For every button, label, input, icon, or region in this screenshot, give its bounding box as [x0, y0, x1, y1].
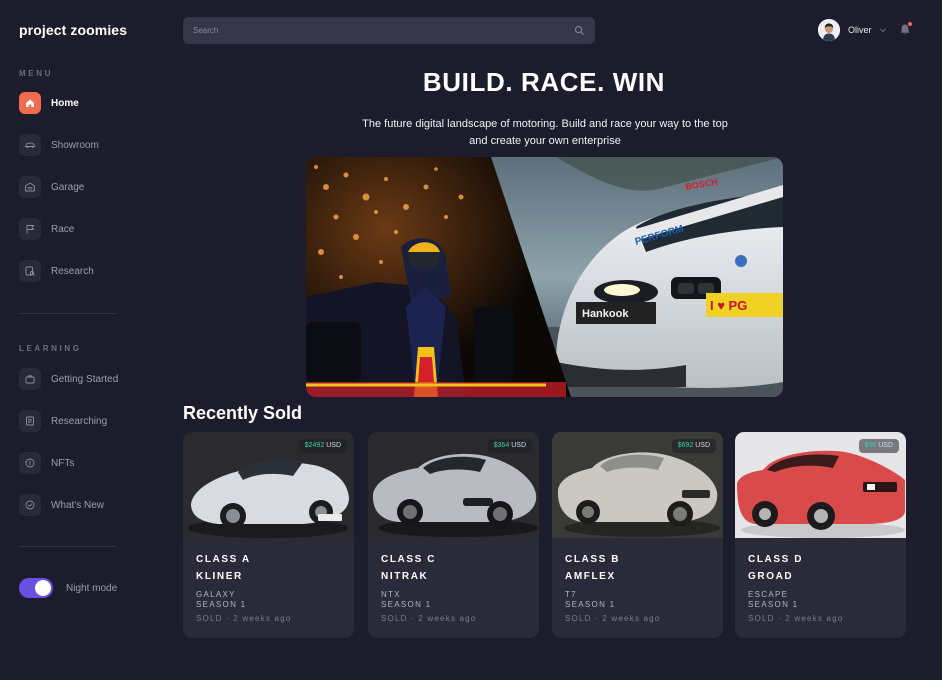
- car-model: T7: [565, 590, 577, 599]
- brand-logo[interactable]: project zoomies: [19, 22, 127, 38]
- sold-status: SOLD · 2 weeks ago: [196, 614, 292, 623]
- sidebar-item-getting-started[interactable]: Getting Started: [19, 368, 149, 390]
- sold-status: SOLD · 2 weeks ago: [748, 614, 844, 623]
- sidebar-item-label: Getting Started: [51, 373, 119, 385]
- avatar: [818, 19, 840, 41]
- hero-image: BOSCH PERFORM I ♥ PG Hankook: [306, 157, 783, 397]
- sold-card[interactable]: $364 USD CLASS C NITRAK NTX SEASON 1 SOLD…: [368, 432, 539, 638]
- night-mode-toggle[interactable]: [19, 578, 53, 598]
- briefcase-icon: [19, 368, 41, 390]
- car-class: CLASS D: [748, 554, 804, 565]
- research-icon: [19, 260, 41, 282]
- price-badge: $692 USD: [671, 439, 716, 453]
- sidebar-item-label: NFTs: [51, 457, 75, 469]
- price-badge: $2492 USD: [298, 439, 347, 453]
- garage-icon: [19, 176, 41, 198]
- car-icon: [19, 134, 41, 156]
- sold-card[interactable]: $56 USD CLASS D GROAD ESCAPE SEASON 1 SOL…: [735, 432, 906, 638]
- car-name: GROAD: [748, 571, 794, 582]
- sold-status: SOLD · 2 weeks ago: [565, 614, 661, 623]
- car-model: ESCAPE: [748, 590, 789, 599]
- car-name: NITRAK: [381, 571, 429, 582]
- sidebar-item-label: Showroom: [51, 139, 99, 151]
- hero-subtitle-line: The future digital landscape of motoring…: [362, 118, 728, 130]
- car-name: KLINER: [196, 571, 243, 582]
- sidebar-item-race[interactable]: Race: [19, 218, 149, 240]
- price-amount: $364: [493, 442, 510, 449]
- flag-icon: [19, 218, 41, 240]
- car-model: NTX: [381, 590, 401, 599]
- search-bar: [183, 17, 595, 44]
- price-badge: $364 USD: [487, 439, 532, 453]
- svg-text:I ♥ PG: I ♥ PG: [710, 298, 747, 313]
- car-model: GALAXY: [196, 590, 236, 599]
- sold-status: SOLD · 2 weeks ago: [381, 614, 477, 623]
- user-name: Oliver: [848, 25, 872, 35]
- sidebar: project zoomies MENU Home Showroom Garag…: [0, 0, 160, 680]
- sidebar-item-nfts[interactable]: NFTs: [19, 452, 149, 474]
- chevron-down-icon: [879, 28, 886, 33]
- svg-text:Hankook: Hankook: [582, 308, 629, 320]
- car-season: SEASON 1: [748, 600, 799, 609]
- hero-title: BUILD. RACE. WIN: [422, 67, 666, 97]
- sidebar-item-label: Home: [51, 97, 79, 109]
- car-season: SEASON 1: [381, 600, 432, 609]
- sidebar-item-home[interactable]: Home: [19, 92, 149, 114]
- learning-section-label: LEARNING: [19, 344, 82, 353]
- price-currency: USD: [326, 442, 341, 449]
- notification-dot: [908, 22, 912, 26]
- sidebar-item-label: What's New: [51, 499, 105, 511]
- sidebar-item-label: Garage: [51, 181, 85, 193]
- hero-subtitle: The future digital landscape of motoring…: [320, 116, 770, 150]
- price-currency: USD: [695, 442, 710, 449]
- sidebar-item-label: Researching: [51, 415, 108, 427]
- home-icon: [19, 92, 41, 114]
- sidebar-item-researching[interactable]: Researching: [19, 410, 149, 432]
- recently-sold-title: Recently Sold: [183, 403, 303, 423]
- sidebar-item-research[interactable]: Research: [19, 260, 149, 282]
- night-mode-label: Night mode: [66, 583, 118, 594]
- price-currency: USD: [511, 442, 526, 449]
- car-season: SEASON 1: [196, 600, 247, 609]
- price-badge: $56 USD: [858, 439, 899, 453]
- hero-subtitle-line: and create your own enterprise: [469, 135, 621, 147]
- sidebar-item-garage[interactable]: Garage: [19, 176, 149, 198]
- car-class: CLASS A: [196, 554, 251, 565]
- coin-icon: [19, 452, 41, 474]
- document-icon: [19, 410, 41, 432]
- sidebar-item-label: Research: [51, 265, 94, 277]
- price-amount: $56: [864, 442, 877, 449]
- sold-card[interactable]: $2492 USD CLASS A KLINER GALAXY SEASON 1 …: [183, 432, 354, 638]
- check-badge-icon: [19, 494, 41, 516]
- price-amount: $692: [677, 442, 694, 449]
- car-season: SEASON 1: [565, 600, 616, 609]
- search-input[interactable]: [193, 26, 574, 35]
- sidebar-divider: [19, 546, 116, 547]
- price-amount: $2492: [304, 442, 325, 449]
- toggle-knob: [35, 580, 51, 596]
- sidebar-divider: [19, 313, 116, 314]
- car-class: CLASS B: [565, 554, 621, 565]
- user-menu[interactable]: Oliver: [818, 19, 887, 41]
- price-currency: USD: [878, 442, 893, 449]
- car-class: CLASS C: [381, 554, 437, 565]
- bell-icon[interactable]: [899, 22, 912, 36]
- menu-section-label: MENU: [19, 69, 53, 78]
- search-icon[interactable]: [574, 25, 585, 36]
- hero-racing-illustration: BOSCH PERFORM I ♥ PG Hankook: [306, 157, 783, 397]
- sidebar-item-whats-new[interactable]: What's New: [19, 494, 149, 516]
- car-name: AMFLEX: [565, 571, 616, 582]
- sold-card[interactable]: $692 USD CLASS B AMFLEX T7 SEASON 1 SOLD …: [552, 432, 723, 638]
- sidebar-item-label: Race: [51, 223, 75, 235]
- sidebar-item-showroom[interactable]: Showroom: [19, 134, 149, 156]
